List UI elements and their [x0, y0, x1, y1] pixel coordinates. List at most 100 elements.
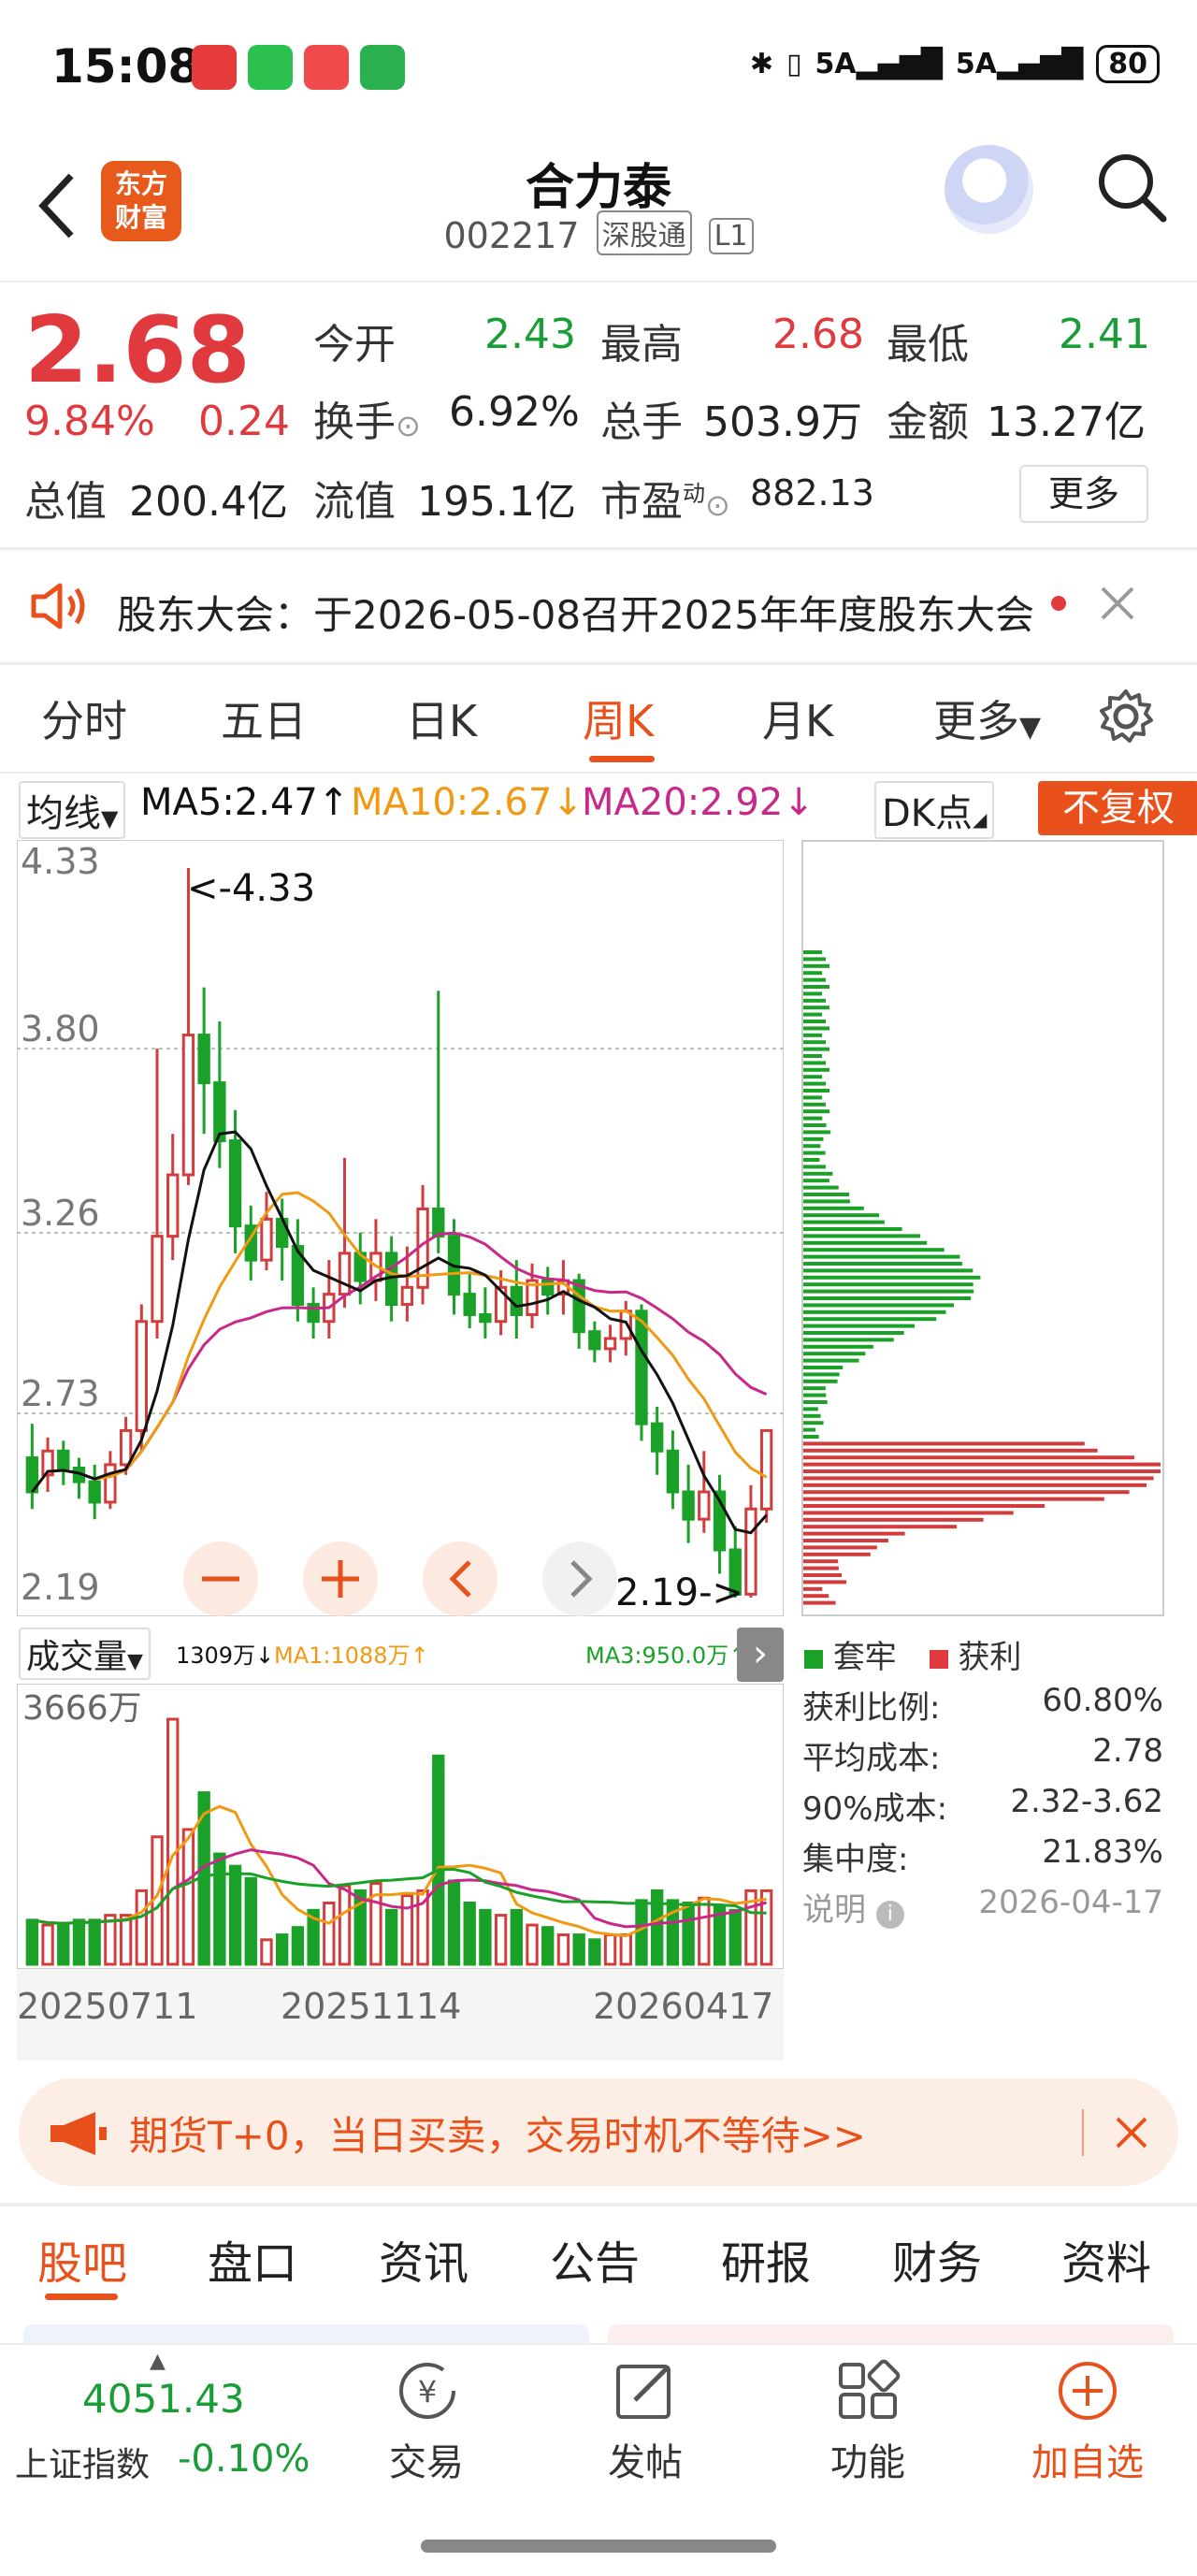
info-icon[interactable]: ⊙ [396, 408, 421, 443]
bluetooth-icon: ✱ [749, 48, 773, 80]
chip-bar [803, 977, 826, 982]
post-edit-icon[interactable] [613, 2359, 678, 2423]
chip-bar [803, 1033, 823, 1037]
status-time: 15:08 [51, 39, 201, 94]
dk-point-dropdown[interactable]: DK点◢ [874, 781, 995, 839]
pe-value: 882.13 [750, 472, 874, 514]
wechat-icon [248, 45, 293, 90]
chip-bar [803, 1559, 839, 1564]
low-marker: 2.19-> [615, 1571, 743, 1614]
chip-bar [803, 1600, 836, 1605]
chip-bar [803, 1413, 821, 1418]
zoom-in-button[interactable] [303, 1541, 378, 1616]
volume-bar [119, 1914, 133, 1966]
cost-90-label: 90%成本: [802, 1790, 948, 1828]
assistant-robot-icon[interactable] [945, 145, 1033, 234]
volume-bar [556, 1933, 570, 1966]
volume-bar [72, 1918, 86, 1966]
tab-daily-k[interactable]: 日K [406, 687, 477, 749]
tab-forum[interactable]: 股吧 [37, 2226, 127, 2292]
chip-bar [803, 1109, 830, 1114]
chip-bar [803, 1262, 962, 1266]
date-mid: 20251114 [281, 1986, 462, 2027]
cost-90-value: 2.32-3.62 [1010, 1783, 1163, 1820]
tab-news[interactable]: 资讯 [379, 2226, 469, 2292]
trade-yen-icon[interactable]: ¥ [393, 2359, 462, 2423]
chip-bar [803, 1580, 847, 1585]
chip-bar [803, 971, 822, 976]
chip-bar [803, 1054, 823, 1058]
move-right-button[interactable] [542, 1541, 617, 1616]
close-notice-icon[interactable] [1099, 585, 1136, 622]
tab-more[interactable]: 更多▼ [933, 687, 1041, 749]
tab-five-day[interactable]: 五日 [221, 687, 307, 749]
chip-bar [803, 1400, 828, 1404]
tab-financials[interactable]: 财务 [892, 2226, 982, 2292]
volume-bar [698, 1896, 711, 1966]
volume-label: 总手 [600, 398, 683, 446]
tab-weekly-k[interactable]: 周K [583, 687, 654, 749]
index-name[interactable]: 上证指数 [15, 2438, 150, 2486]
functions-grid-icon[interactable] [835, 2359, 901, 2423]
index-up-caret: ▲ [150, 2350, 166, 2373]
volume-bar [572, 1933, 585, 1966]
volume-bar [181, 1828, 195, 1966]
tab-monthly-k[interactable]: 月K [762, 687, 833, 749]
more-button[interactable]: 更多 [1019, 465, 1148, 523]
add-watchlist-icon[interactable] [1055, 2359, 1120, 2423]
volume-bar [635, 1899, 648, 1966]
pe-info-icon[interactable]: ⊙ [705, 487, 730, 523]
search-icon[interactable] [1094, 150, 1169, 224]
index-value[interactable]: 4051.43 [82, 2376, 245, 2422]
chip-bar [803, 1497, 1104, 1501]
ma10-value: MA10:2.67↓ [351, 781, 584, 824]
chip-date: 2026-04-17 [978, 1884, 1163, 1921]
chip-bar [803, 1483, 1147, 1487]
volume-ma1: MA1:1088万↑ [274, 1643, 429, 1669]
tab-intraday[interactable]: 分时 [41, 687, 127, 749]
explain-link[interactable]: 说明 i [802, 1884, 904, 1930]
chip-bar [803, 1158, 820, 1162]
chip-bar [803, 1366, 844, 1369]
ma-select-dropdown[interactable]: 均线▼ [19, 781, 126, 839]
volume-bar [88, 1918, 101, 1966]
promo-text[interactable]: 期货T+0，当日买卖，交易时机不等待>> [129, 2105, 866, 2162]
chip-bar [803, 1552, 871, 1556]
settings-gear-icon[interactable] [1097, 687, 1155, 745]
volume-bar [759, 1889, 773, 1966]
functions-label[interactable]: 功能 [774, 2432, 961, 2486]
chip-bar [803, 1573, 843, 1577]
chip-bar [803, 1386, 826, 1391]
change-percent: 9.84% [24, 398, 155, 445]
tab-order-book[interactable]: 盘口 [208, 2226, 297, 2292]
tab-profile[interactable]: 资料 [1061, 2226, 1151, 2292]
chip-bar [803, 1220, 885, 1224]
zoom-out-button[interactable] [183, 1541, 258, 1616]
post-label[interactable]: 发帖 [552, 2432, 739, 2486]
volume-bar [728, 1908, 742, 1966]
chip-bar [803, 1075, 823, 1079]
low-value: 2.41 [1059, 311, 1150, 358]
chip-bar [803, 1317, 937, 1322]
volume-select-dropdown[interactable]: 成交量▼ [19, 1628, 151, 1680]
volume-chart[interactable]: 3666万 [17, 1684, 784, 1969]
toutiao-icon [304, 45, 349, 90]
profit-ratio-label: 获利比例: [802, 1689, 941, 1727]
chip-bar [803, 1289, 974, 1294]
no-adjust-button[interactable]: 不复权 [1038, 781, 1197, 835]
home-indicator[interactable] [421, 2540, 776, 2553]
weekly-k-chart[interactable]: 4.33 3.80 3.26 2.73 2.19 <-4.33 2.19-> [17, 840, 784, 1616]
chip-bar [803, 1539, 888, 1542]
expand-indicator-button[interactable]: › [737, 1628, 784, 1682]
chip-bar [803, 1193, 850, 1196]
chip-bar [803, 1185, 839, 1190]
close-promo-icon[interactable] [1115, 2116, 1148, 2149]
chip-distribution-chart [801, 840, 1164, 1616]
move-left-button[interactable] [423, 1541, 498, 1616]
tab-research[interactable]: 研报 [721, 2226, 811, 2292]
add-watchlist-label[interactable]: 加自选 [994, 2432, 1181, 2486]
shareholder-notice[interactable]: 股东大会：于2026-05-08召开2025年年度股东大会 [117, 584, 1034, 641]
chip-bar [803, 1344, 873, 1349]
trade-label[interactable]: 交易 [333, 2432, 520, 2486]
tab-announcements[interactable]: 公告 [550, 2226, 640, 2292]
